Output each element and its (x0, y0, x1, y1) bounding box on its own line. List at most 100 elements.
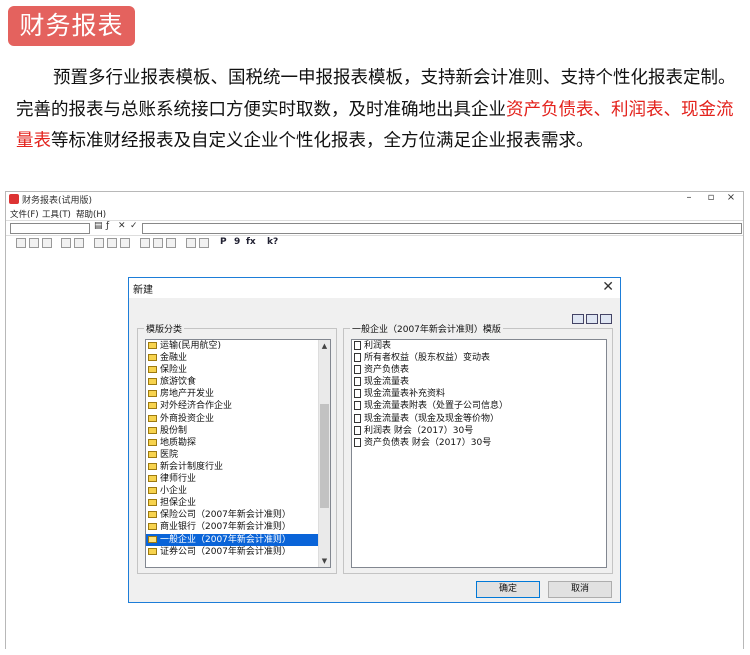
category-item[interactable]: 旅游饮食 (146, 376, 330, 388)
category-item[interactable]: 房地产开发业 (146, 388, 330, 400)
scroll-up-icon[interactable]: ▲ (319, 340, 330, 352)
function-wizard-icon[interactable] (199, 238, 209, 248)
document-icon (354, 425, 361, 435)
folder-icon (148, 390, 157, 398)
menu-tools[interactable]: 工具(T) (42, 208, 71, 220)
category-item[interactable]: 外商投资企业 (146, 413, 330, 425)
folder-icon (148, 414, 157, 422)
cancel-button[interactable]: 取消 (548, 581, 612, 598)
save-icon[interactable] (42, 238, 52, 248)
sort-asc-icon[interactable] (153, 238, 163, 248)
sum-icon[interactable] (186, 238, 196, 248)
document-icon (354, 353, 361, 363)
maximize-icon[interactable]: ▫ (701, 192, 721, 203)
category-item[interactable]: 证券公司（2007年新会计准则） (146, 546, 330, 558)
folder-icon (148, 523, 157, 531)
template-item[interactable]: 利润表 财会（2017）30号 (352, 425, 606, 437)
document-icon (354, 389, 361, 399)
ok-button[interactable]: 确定 (476, 581, 540, 598)
folder-icon (148, 547, 157, 555)
category-item[interactable]: 保险公司（2007年新会计准则） (146, 509, 330, 521)
details-view-icon[interactable] (600, 314, 612, 324)
chart-icon[interactable]: 9 (234, 237, 240, 247)
category-item[interactable]: 地质勘探 (146, 437, 330, 449)
template-label: 现金流量表附表（处置子公司信息） (364, 401, 509, 412)
dialog-close-icon[interactable]: ✕ (602, 279, 614, 295)
document-icon (354, 401, 361, 411)
format-icon[interactable] (140, 238, 150, 248)
folder-icon (148, 462, 157, 470)
large-icons-icon[interactable] (572, 314, 584, 324)
category-item[interactable]: 小企业 (146, 485, 330, 497)
scroll-down-icon[interactable]: ▼ (319, 555, 330, 567)
category-item[interactable]: 运输(民用航空) (146, 340, 330, 352)
cut-icon[interactable] (94, 238, 104, 248)
table-icon[interactable]: ▤ (94, 221, 103, 231)
folder-icon (148, 342, 157, 349)
category-label: 新会计制度行业 (160, 461, 224, 472)
category-list[interactable]: 运输(民用航空) 金融业 保险业 旅游饮食 房地产开发业 对外经济合作企业 外商投资企业 股份… (145, 339, 331, 568)
formula-input[interactable] (142, 223, 742, 234)
print-preview-icon[interactable] (61, 238, 71, 248)
category-item[interactable]: 医院 (146, 449, 330, 461)
category-label: 金融业 (160, 353, 188, 364)
close-window-icon[interactable]: × (721, 192, 741, 203)
document-icon (354, 413, 361, 423)
cancel-icon[interactable]: ✕ (118, 221, 126, 231)
template-item[interactable]: 现金流量表补充资料 (352, 388, 606, 400)
print-icon[interactable] (74, 238, 84, 248)
document-icon (354, 365, 361, 375)
new-icon[interactable] (16, 238, 26, 248)
category-label: 一般企业（2007年新会计准则） (160, 534, 291, 545)
minimize-icon[interactable]: – (679, 192, 699, 203)
template-item[interactable]: 现金流量表（现金及现金等价物） (352, 413, 606, 425)
category-label: 商业银行（2007年新会计准则） (160, 522, 291, 533)
category-label: 房地产开发业 (160, 389, 215, 400)
formula-icon[interactable]: fx (246, 237, 256, 247)
template-label: 资产负债表 财会（2017）30号 (364, 437, 492, 448)
folder-icon (148, 475, 157, 483)
category-item[interactable]: 对外经济合作企业 (146, 400, 330, 412)
template-item[interactable]: 现金流量表 (352, 376, 606, 388)
document-icon (354, 377, 361, 387)
template-label: 利润表 财会（2017）30号 (364, 425, 474, 436)
section-banner: 财务报表 (8, 6, 135, 46)
category-item[interactable]: 担保企业 (146, 497, 330, 509)
category-item[interactable]: 新会计制度行业 (146, 461, 330, 473)
list-view-icon[interactable] (586, 314, 598, 324)
category-label: 运输(民用航空) (160, 341, 222, 351)
category-item[interactable]: 律师行业 (146, 473, 330, 485)
paste-icon[interactable] (120, 238, 130, 248)
sort-desc-icon[interactable] (166, 238, 176, 248)
menu-file[interactable]: 文件(F) (10, 208, 39, 220)
template-item[interactable]: 资产负债表 (352, 364, 606, 376)
category-item[interactable]: 保险业 (146, 364, 330, 376)
page-setup-icon[interactable]: P (220, 237, 227, 247)
template-label: 现金流量表（现金及现金等价物） (364, 413, 500, 424)
category-label: 担保企业 (160, 498, 197, 509)
category-label: 旅游饮食 (160, 377, 197, 388)
help-icon[interactable]: k? (267, 237, 278, 247)
cell-name-box[interactable] (10, 223, 90, 234)
open-icon[interactable] (29, 238, 39, 248)
category-item[interactable]: 股份制 (146, 425, 330, 437)
template-list[interactable]: 利润表 所有者权益（股东权益）变动表 资产负债表 现金流量表 现金流量表补充资料 现金流量… (351, 339, 607, 568)
category-item[interactable]: 商业银行（2007年新会计准则） (146, 521, 330, 533)
scroll-thumb[interactable] (320, 404, 329, 508)
folder-icon (148, 438, 157, 446)
template-item[interactable]: 所有者权益（股东权益）变动表 (352, 352, 606, 364)
new-dialog: 新建 ✕ 模版分类 运输(民用航空) 金融业 保险业 旅游饮食 房地产开发业 对外经济合作… (128, 277, 621, 603)
template-legend: 一般企业（2007年新会计准则）模版 (350, 322, 503, 335)
template-group: 一般企业（2007年新会计准则）模版 利润表 所有者权益（股东权益）变动表 资产负债… (343, 322, 613, 574)
function-icon[interactable]: ƒ (106, 221, 109, 231)
formula-bar: ▤ ƒ ✕ ✓ (6, 220, 743, 235)
template-item[interactable]: 现金流量表附表（处置子公司信息） (352, 400, 606, 412)
template-item[interactable]: 资产负债表 财会（2017）30号 (352, 437, 606, 449)
template-item[interactable]: 利润表 (352, 340, 606, 352)
menu-help[interactable]: 帮助(H) (76, 208, 106, 220)
category-item[interactable]: 金融业 (146, 352, 330, 364)
copy-icon[interactable] (107, 238, 117, 248)
category-scrollbar[interactable]: ▲ ▼ (318, 340, 330, 567)
check-icon[interactable]: ✓ (130, 221, 138, 231)
category-item[interactable]: 一般企业（2007年新会计准则） (146, 533, 330, 546)
